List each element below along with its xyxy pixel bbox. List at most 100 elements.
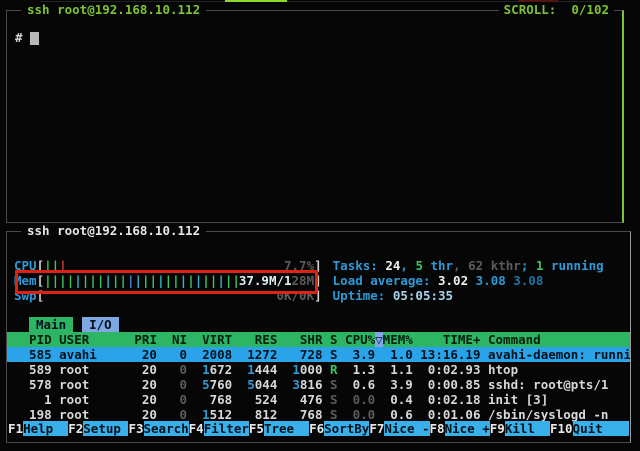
cell-pri: 20: [127, 392, 157, 407]
tab-main[interactable]: Main: [29, 317, 73, 332]
meter-value-used: 37.9M/1: [239, 273, 292, 288]
process-row[interactable]: 578 root200576050443816 S0.6 3.90:00.85 …: [7, 377, 630, 392]
shell-prompt-line[interactable]: #: [15, 30, 39, 45]
process-row[interactable]: 585 avahi20020081272728 S3.9 1.013:16.19…: [7, 347, 630, 362]
fkey-f4[interactable]: F4: [189, 421, 204, 436]
meter-bar: |: [202, 273, 210, 288]
fkey-label-search[interactable]: Search: [144, 421, 189, 436]
load: Load average: 3.02 3.08 3.08: [333, 273, 544, 288]
column-header-ni[interactable]: NI: [157, 332, 187, 347]
info-text: 62 kthr: [468, 258, 521, 273]
cell: 1512: [187, 407, 232, 422]
function-key-bar: F1Help F2Setup F3SearchF4FilterF5Tree F6…: [8, 421, 629, 436]
column-header-pid[interactable]: PID: [14, 332, 52, 347]
cell-user: root: [52, 362, 127, 377]
cell: 1672: [187, 362, 232, 377]
fkey-label-nice[interactable]: Nice -: [384, 421, 429, 436]
meter-bar: |: [89, 273, 97, 288]
cell-user: avahi: [52, 347, 127, 362]
column-header-shr[interactable]: SHR: [277, 332, 322, 347]
process-row[interactable]: 198 root2001512812768 S0.0 0.60:01.06 /s…: [7, 407, 630, 422]
process-row[interactable]: 589 root200167214441000 R1.3 1.10:02.93 …: [7, 362, 630, 377]
cell-user: root: [52, 392, 127, 407]
meter-bar: |: [74, 273, 82, 288]
column-header-virt[interactable]: VIRT: [187, 332, 232, 347]
column-header-sort[interactable]: ▽: [375, 332, 383, 347]
fkey-f9[interactable]: F9: [490, 421, 505, 436]
meter-value: 37.9M/128M: [239, 273, 314, 288]
fkey-f7[interactable]: F7: [369, 421, 384, 436]
cell-lead-digit: 1: [202, 407, 210, 422]
cell-lead-digit: 3: [292, 377, 300, 392]
cell-state: S: [322, 377, 337, 392]
info-text: thr: [423, 258, 453, 273]
cell: 524: [232, 392, 277, 407]
process-table-header[interactable]: PID USERPRINIVIRTRESSHR SCPU%▽MEM%TIME+ …: [7, 332, 630, 347]
meter-bar: |: [104, 273, 112, 288]
cell-lead-digit: 5: [247, 377, 255, 392]
cell-gap: [375, 392, 383, 407]
fkey-label-filter[interactable]: Filter: [204, 421, 249, 436]
process-row[interactable]: 1 root200768524476 S0.0 0.40:02.18 init …: [7, 392, 630, 407]
fkey-label-setup[interactable]: Setup: [83, 421, 128, 436]
meter-label: Swp: [14, 288, 37, 303]
meter-bar: |: [165, 273, 173, 288]
fkey-f5[interactable]: F5: [249, 421, 264, 436]
info-text: ;: [521, 258, 536, 273]
cell-mem: 1.1: [383, 362, 413, 377]
cell-mem: 1.0: [383, 347, 413, 362]
meter-label: Mem: [14, 273, 37, 288]
fkey-label-sortby[interactable]: SortBy: [324, 421, 369, 436]
column-header-s[interactable]: S: [322, 332, 337, 347]
fkey-f10[interactable]: F10: [550, 421, 573, 436]
column-header-time[interactable]: TIME+: [413, 332, 481, 347]
cell-gap: [375, 347, 383, 362]
prompt-symbol: #: [15, 30, 23, 45]
column-header-cmd[interactable]: Command: [480, 332, 630, 347]
cell-cpu: 0.0: [338, 407, 376, 422]
cell-cpu: 3.9: [338, 347, 376, 362]
info-text: 5: [415, 258, 423, 273]
htop-ssh-pane[interactable]: ssh root@192.168.10.112 CPU[|||7.7%]Task…: [6, 231, 631, 443]
column-header-res[interactable]: RES: [232, 332, 277, 347]
fkey-f3[interactable]: F3: [128, 421, 143, 436]
cell-lead-digit: 1: [247, 347, 255, 362]
meter-value: 0K/0K: [276, 288, 314, 303]
meter-bracket: ]: [314, 288, 322, 303]
meter-bar: |: [44, 258, 52, 273]
fkey-f6[interactable]: F6: [309, 421, 324, 436]
fkey-label-kill[interactable]: Kill: [505, 421, 550, 436]
cell-state: S: [322, 347, 337, 362]
cell-pid: 585: [14, 347, 52, 362]
meter-bar: |: [187, 273, 195, 288]
fkey-f8[interactable]: F8: [430, 421, 445, 436]
fkey-f2[interactable]: F2: [68, 421, 83, 436]
meter-body: ||||||||||||||||||||||||||37.9M/128M: [44, 273, 314, 288]
fkey-label-help[interactable]: Help: [23, 421, 68, 436]
column-header-user[interactable]: USER: [52, 332, 127, 347]
cell: 5044: [232, 377, 277, 392]
fkey-label-nice[interactable]: Nice +: [445, 421, 490, 436]
cell-gap: [375, 407, 383, 422]
cell-state: S: [322, 392, 337, 407]
column-header-mem[interactable]: MEM%: [383, 332, 413, 347]
cell-ni: 0: [157, 407, 187, 422]
fkey-label-quit[interactable]: Quit: [573, 421, 629, 436]
cell-pid: 198: [14, 407, 52, 422]
cell-time: 0:02.18: [413, 392, 481, 407]
column-header-pri[interactable]: PRI: [127, 332, 157, 347]
tab-io[interactable]: I/O: [82, 317, 119, 332]
fkey-f1[interactable]: F1: [8, 421, 23, 436]
cell-gap: [375, 377, 383, 392]
cell-cpu: 1.3: [338, 362, 376, 377]
process-list: 585 avahi20020081272728 S3.9 1.013:16.19…: [7, 347, 630, 422]
info-text: ,: [453, 258, 468, 273]
htop-tabs: Main I/O: [29, 317, 119, 332]
cell-command: avahi-daemon: running: [480, 347, 630, 362]
column-header-cpu[interactable]: CPU%: [338, 332, 376, 347]
scroll-indicator: SCROLL: 0/102: [499, 2, 614, 17]
meter-bar: |: [59, 273, 67, 288]
info-text: ,: [400, 258, 415, 273]
top-ssh-pane[interactable]: ssh root@192.168.10.112 SCROLL: 0/102 #: [6, 10, 624, 223]
fkey-label-tree[interactable]: Tree: [264, 421, 309, 436]
